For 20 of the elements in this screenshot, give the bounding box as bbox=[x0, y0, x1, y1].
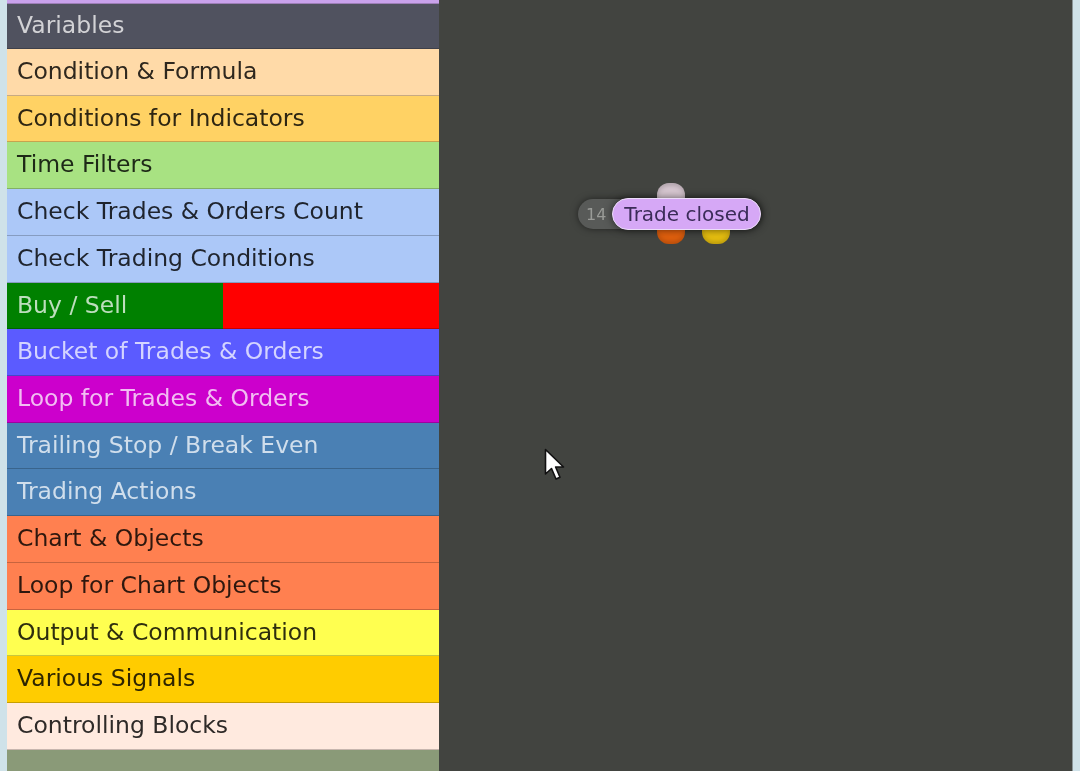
node-number: 14 bbox=[586, 204, 607, 224]
input-port-icon[interactable] bbox=[657, 183, 685, 198]
category-item[interactable]: Loop for Chart Objects bbox=[7, 562, 439, 610]
output-port-icon[interactable] bbox=[657, 230, 685, 244]
category-item[interactable]: Output & Communication bbox=[7, 609, 439, 657]
category-item[interactable]: Conditions for Indicators bbox=[7, 95, 439, 143]
category-item[interactable]: Controlling Blocks bbox=[7, 703, 439, 750]
node-label: Trade closed bbox=[612, 198, 761, 230]
category-item-edge[interactable] bbox=[7, 0, 439, 4]
category-item[interactable]: Time Filters bbox=[7, 142, 439, 190]
category-item[interactable]: Chart & Objects bbox=[7, 516, 439, 563]
category-item-edge[interactable] bbox=[7, 749, 439, 771]
category-item[interactable]: Check Trades & Orders Count bbox=[7, 189, 439, 236]
category-item[interactable]: Buy / Sell bbox=[7, 282, 439, 330]
category-item[interactable]: Condition & Formula bbox=[7, 49, 439, 96]
mouse-pointer-icon bbox=[544, 448, 566, 482]
category-item[interactable]: Various Signals bbox=[7, 656, 439, 704]
category-item[interactable]: Variables bbox=[7, 4, 439, 49]
output-port-icon[interactable] bbox=[702, 230, 730, 244]
category-item[interactable]: Check Trading Conditions bbox=[7, 235, 439, 283]
